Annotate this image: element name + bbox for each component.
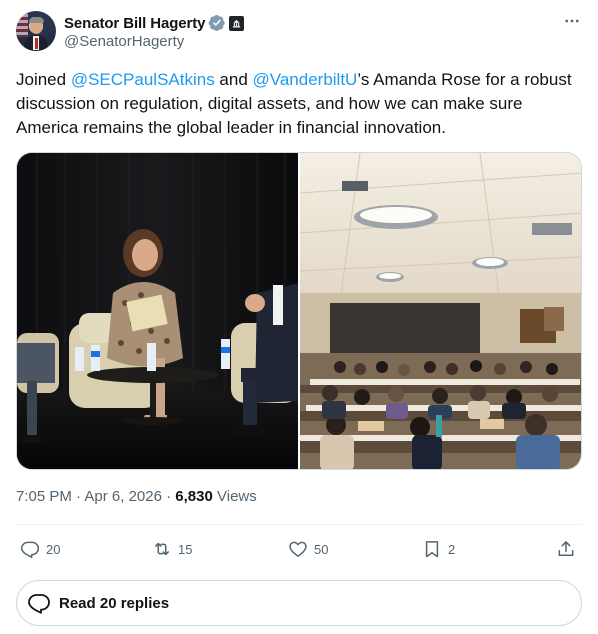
bookmark-icon bbox=[425, 541, 439, 558]
government-badge-icon bbox=[229, 15, 245, 31]
author-handle[interactable]: @SenatorHagerty bbox=[64, 33, 184, 50]
share-button[interactable] bbox=[556, 539, 576, 559]
author-name-row: Senator Bill Hagerty bbox=[64, 13, 245, 33]
action-bar: 20 15 50 2 bbox=[16, 533, 582, 565]
replies-bubble-icon bbox=[28, 594, 50, 614]
read-replies-label: Read 20 replies bbox=[59, 594, 170, 612]
auditorium-photo bbox=[300, 153, 581, 469]
share-icon bbox=[558, 541, 574, 556]
mention-link[interactable]: @SECPaulSAtkins bbox=[71, 70, 215, 89]
verified-badge-icon bbox=[209, 14, 226, 32]
tweet-text: Joined @SECPaulSAtkins and @VanderbiltU’… bbox=[16, 68, 586, 140]
repost-icon bbox=[155, 542, 169, 556]
like-count: 50 bbox=[314, 541, 329, 557]
text-segment: and bbox=[214, 70, 253, 89]
tweet-time[interactable]: 7:05 PM bbox=[16, 488, 72, 505]
reply-button[interactable]: 20 bbox=[20, 539, 60, 559]
capitol-glyph-icon bbox=[233, 19, 241, 27]
meta-dot: · bbox=[76, 488, 82, 505]
reply-count: 20 bbox=[46, 541, 61, 557]
photo-panel-discussion[interactable] bbox=[17, 153, 298, 469]
like-icon bbox=[289, 541, 307, 557]
meta-dot: · bbox=[166, 488, 172, 505]
read-replies-button[interactable]: Read 20 replies bbox=[16, 580, 582, 626]
repost-count: 15 bbox=[178, 541, 193, 557]
author-name[interactable]: Senator Bill Hagerty bbox=[64, 15, 205, 32]
repost-button[interactable]: 15 bbox=[152, 539, 192, 559]
tweet-header: Senator Bill Hagerty @SenatorHagerty bbox=[16, 11, 582, 53]
bookmark-count: 2 bbox=[448, 541, 456, 557]
stage-photo bbox=[17, 153, 298, 469]
bookmark-button[interactable]: 2 bbox=[422, 539, 455, 559]
more-options-icon bbox=[565, 19, 579, 23]
views-label: Views bbox=[217, 488, 257, 505]
reply-icon bbox=[20, 541, 40, 558]
avatar[interactable] bbox=[16, 11, 56, 51]
photo-audience-room[interactable] bbox=[300, 153, 581, 469]
text-segment: Joined bbox=[16, 70, 71, 89]
views-count: 6,830 bbox=[175, 488, 213, 505]
more-options-button[interactable] bbox=[562, 11, 582, 31]
tweet-meta: 7:05 PM · Apr 6, 2026 · 6,830 Views bbox=[16, 488, 257, 505]
divider bbox=[16, 524, 582, 525]
tweet-date[interactable]: Apr 6, 2026 bbox=[84, 488, 162, 505]
mention-link[interactable]: @VanderbiltU bbox=[253, 70, 358, 89]
media-grid bbox=[16, 152, 582, 470]
like-button[interactable]: 50 bbox=[288, 539, 328, 559]
